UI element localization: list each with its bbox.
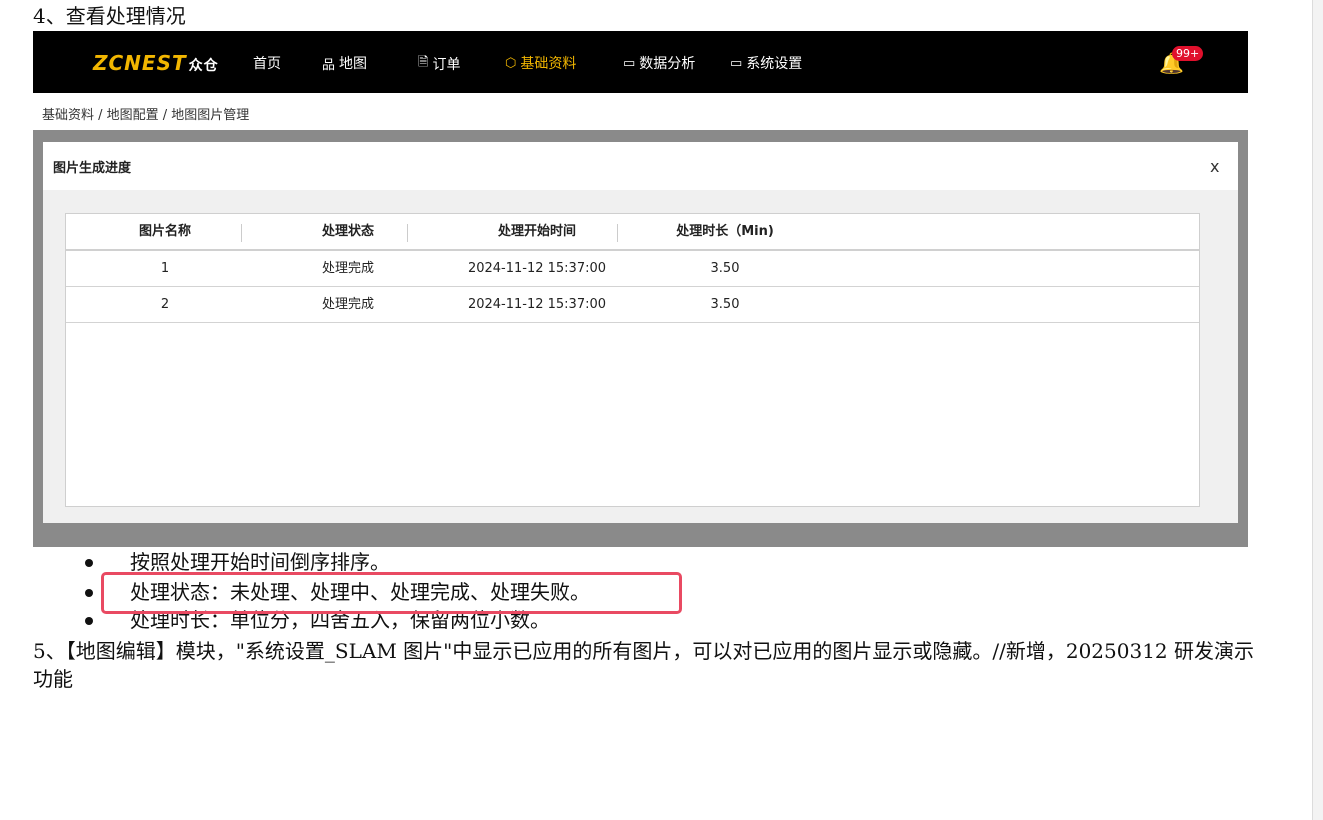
cell-duration: 3.50 (710, 297, 740, 312)
breadcrumb-text: 基础资料 / 地图配置 / 地图图片管理 (42, 108, 250, 123)
modal-title: 图片生成进度 (53, 161, 132, 176)
nav-basic-data-label: 基础资料 (520, 56, 577, 72)
cell-start-time: 2024-11-12 15:37:00 (467, 261, 607, 276)
nav-map-label: 地图 (339, 56, 368, 72)
monitor-icon: ▭ (623, 55, 636, 71)
header-start-time: 处理开始时间 (497, 224, 576, 239)
progress-modal: 图片生成进度 x 图片名称 处理状态 处理开始时间 处理时长（Min) 1 处理… (43, 142, 1238, 523)
nav-home-label: 首页 (253, 56, 281, 72)
bullet-dot (85, 589, 93, 597)
table-row[interactable]: 2 处理完成 2024-11-12 15:37:00 3.50 (66, 287, 1199, 323)
modal-body: 图片名称 处理状态 处理开始时间 处理时长（Min) 1 处理完成 2024-1… (43, 190, 1238, 523)
cell-status: 处理完成 (321, 297, 374, 312)
progress-table: 图片名称 处理状态 处理开始时间 处理时长（Min) 1 处理完成 2024-1… (65, 213, 1200, 507)
cell-status: 处理完成 (321, 261, 374, 276)
nav-orders[interactable]: 🗎 订单 (418, 53, 460, 75)
nav-basic-data[interactable]: ⬡ 基础资料 (505, 53, 576, 73)
document-icon: 🗎 (418, 55, 429, 70)
sitemap-icon: 品 (322, 57, 336, 73)
bullet-dot (85, 617, 93, 625)
scrollbar-track[interactable] (1312, 0, 1323, 820)
section-heading: 4、查看处理情况 (33, 4, 186, 28)
monitor-icon: ▭ (730, 55, 743, 71)
bullet-dot (85, 559, 93, 567)
brand-logo[interactable]: ZCNEST 众仓 (93, 51, 219, 75)
cell-image-name: 2 (160, 297, 170, 312)
nav-system-settings[interactable]: ▭ 系统设置 (730, 53, 802, 73)
column-divider[interactable] (241, 224, 242, 242)
nav-home[interactable]: 首页 (253, 53, 281, 73)
header-duration: 处理时长（Min) (676, 224, 774, 239)
logo-cn-text: 众仓 (188, 58, 219, 74)
cube-icon: ⬡ (505, 55, 517, 71)
logo-text: ZCNEST (93, 51, 187, 75)
nav-system-settings-label: 系统设置 (746, 56, 803, 72)
cell-image-name: 1 (160, 261, 170, 276)
column-divider[interactable] (407, 224, 408, 242)
nav-orders-label: 订单 (432, 57, 461, 73)
nav-data-analysis-label: 数据分析 (639, 56, 696, 72)
cell-duration: 3.50 (710, 261, 740, 276)
paragraph-5: 5、【地图编辑】模块，"系统设置_SLAM 图片"中显示已应用的所有图片，可以对… (33, 639, 1255, 691)
header-image-name: 图片名称 (138, 224, 191, 239)
column-divider[interactable] (617, 224, 618, 242)
top-navigation-bar: ZCNEST 众仓 首页 品 地图 🗎 订单 ⬡ 基础资料 ▭ 数据分析 ▭ 系统… (33, 31, 1248, 93)
notification-badge: 99+ (1172, 46, 1204, 61)
modal-overlay: 图片生成进度 x 图片名称 处理状态 处理开始时间 处理时长（Min) 1 处理… (33, 130, 1248, 547)
nav-data-analysis[interactable]: ▭ 数据分析 (623, 53, 695, 73)
table-row[interactable]: 1 处理完成 2024-11-12 15:37:00 3.50 (66, 251, 1199, 287)
table-header: 图片名称 处理状态 处理开始时间 处理时长（Min) (66, 214, 1199, 251)
cell-start-time: 2024-11-12 15:37:00 (467, 297, 607, 312)
breadcrumb: 基础资料 / 地图配置 / 地图图片管理 (33, 93, 1248, 131)
embedded-screenshot: ZCNEST 众仓 首页 品 地图 🗎 订单 ⬡ 基础资料 ▭ 数据分析 ▭ 系统… (33, 31, 1248, 547)
highlight-box (101, 572, 682, 614)
close-icon[interactable]: x (1210, 157, 1219, 176)
nav-map[interactable]: 品 地图 (322, 53, 367, 73)
